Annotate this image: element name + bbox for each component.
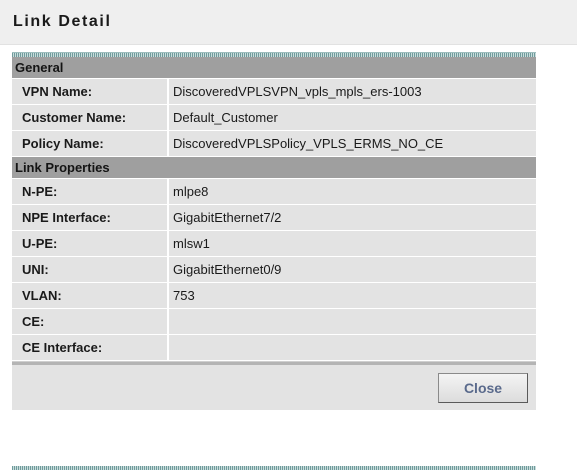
detail-row-n-pe: N-PE: mlpe8 <box>12 179 536 205</box>
field-value <box>169 335 536 360</box>
field-value: 753 <box>169 283 536 308</box>
field-label: UNI: <box>12 257 169 282</box>
link-detail-panel: General VPN Name: DiscoveredVPLSVPN_vpls… <box>12 52 536 410</box>
field-value: Default_Customer <box>169 105 536 130</box>
field-label: VPN Name: <box>12 79 169 104</box>
field-label: CE: <box>12 309 169 334</box>
detail-row-customer-name: Customer Name: Default_Customer <box>12 105 536 131</box>
field-label: NPE Interface: <box>12 205 169 230</box>
field-label: CE Interface: <box>12 335 169 360</box>
field-label: N-PE: <box>12 179 169 204</box>
detail-row-u-pe: U-PE: mlsw1 <box>12 231 536 257</box>
field-value: DiscoveredVPLSPolicy_VPLS_ERMS_NO_CE <box>169 131 536 156</box>
dialog-header: Link Detail <box>0 0 577 45</box>
field-value: GigabitEthernet7/2 <box>169 205 536 230</box>
field-value: mlsw1 <box>169 231 536 256</box>
detail-row-ce-interface: CE Interface: <box>12 335 536 361</box>
section-header-link-properties: Link Properties <box>12 157 536 179</box>
field-label: VLAN: <box>12 283 169 308</box>
detail-row-vpn-name: VPN Name: DiscoveredVPLSVPN_vpls_mpls_er… <box>12 79 536 105</box>
field-label: U-PE: <box>12 231 169 256</box>
field-label: Customer Name: <box>12 105 169 130</box>
bottom-divider <box>12 466 536 470</box>
detail-row-policy-name: Policy Name: DiscoveredVPLSPolicy_VPLS_E… <box>12 131 536 157</box>
field-value: mlpe8 <box>169 179 536 204</box>
detail-row-vlan: VLAN: 753 <box>12 283 536 309</box>
close-button[interactable]: Close <box>438 373 528 403</box>
page-title: Link Detail <box>13 13 112 30</box>
detail-row-ce: CE: <box>12 309 536 335</box>
detail-row-uni: UNI: GigabitEthernet0/9 <box>12 257 536 283</box>
dialog-footer: Close <box>12 365 536 410</box>
field-value: DiscoveredVPLSVPN_vpls_mpls_ers-1003 <box>169 79 536 104</box>
field-value: GigabitEthernet0/9 <box>169 257 536 282</box>
field-label: Policy Name: <box>12 131 169 156</box>
field-value <box>169 309 536 334</box>
section-header-general: General <box>12 57 536 79</box>
detail-row-npe-interface: NPE Interface: GigabitEthernet7/2 <box>12 205 536 231</box>
